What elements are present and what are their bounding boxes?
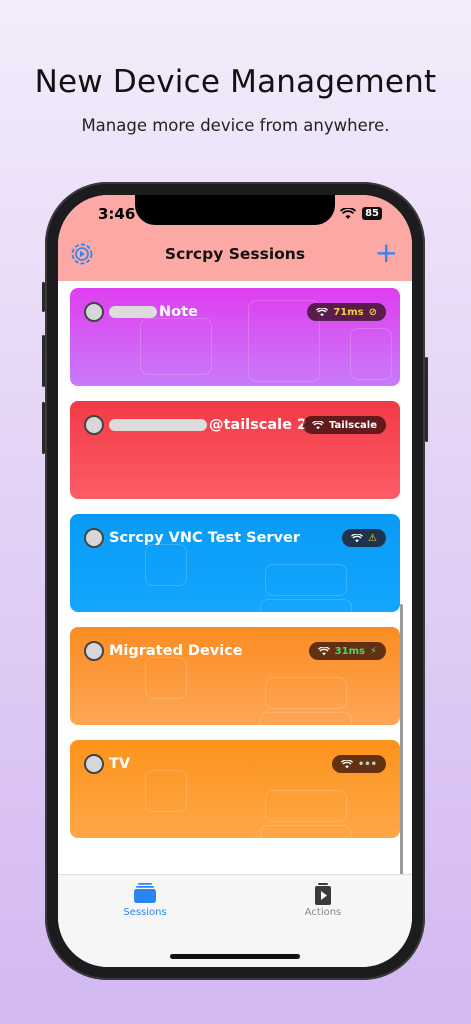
promo-subline: Manage more device from anywhere.: [81, 116, 390, 135]
stack-icon: [134, 883, 156, 903]
status-glyph-icon: •••: [357, 758, 377, 770]
select-radio[interactable]: [84, 754, 104, 774]
connection-status-badge: 31ms ⚡: [308, 642, 386, 660]
volume-down-button: [42, 402, 45, 454]
nav-title: Scrcpy Sessions: [164, 245, 306, 263]
app-screen: 3:46 85 Scrcpy Sessions + Note 71ms ⊘ @tai…: [58, 195, 412, 967]
connection-status-badge: 71ms ⊘: [307, 303, 386, 321]
device-illustration: [260, 599, 352, 612]
latency-text: 71ms: [333, 306, 364, 318]
device-illustration: [260, 825, 352, 838]
wifi-icon: [317, 646, 330, 655]
mute-switch: [42, 282, 45, 312]
tab-sessions-label: Sessions: [123, 907, 167, 918]
redacted-text: [109, 419, 207, 431]
scrollbar[interactable]: [400, 604, 403, 894]
device-illustration: [145, 657, 187, 699]
wifi-icon: [312, 420, 325, 429]
device-illustration: [265, 564, 347, 596]
select-radio[interactable]: [84, 641, 104, 661]
volume-up-button: [42, 335, 45, 387]
promo-headline: New Device Management: [34, 64, 437, 100]
session-name: Migrated Device: [109, 643, 243, 659]
connection-status-badge: ⚠: [342, 529, 386, 547]
plus-icon[interactable]: +: [375, 239, 398, 267]
select-radio[interactable]: [84, 415, 104, 435]
session-name-text: Scrcpy VNC Test Server: [109, 530, 300, 546]
device-illustration: [145, 544, 187, 586]
session-name: Scrcpy VNC Test Server: [109, 530, 300, 546]
session-name: TV: [109, 756, 130, 772]
device-illustration: [140, 318, 212, 375]
play-doc-icon: [312, 883, 334, 905]
tab-actions-label: Actions: [304, 907, 342, 918]
status-time: 3:46: [98, 205, 136, 223]
device-illustration: [350, 328, 392, 380]
tab-sessions[interactable]: Sessions: [85, 883, 205, 918]
connection-status-badge: •••: [331, 755, 386, 773]
device-illustration: [145, 770, 187, 812]
session-name-text: Migrated Device: [109, 643, 243, 659]
session-card[interactable]: @tailscale 2 Tailscale: [70, 401, 400, 499]
connection-status-badge: Tailscale: [303, 416, 386, 434]
wifi-icon: [340, 759, 353, 768]
latency-text: 31ms: [334, 645, 365, 657]
session-name-text: TV: [109, 756, 131, 772]
status-glyph-icon: ⚠: [368, 532, 377, 544]
power-button: [425, 357, 428, 442]
tab-bar: Sessions Actions: [58, 874, 412, 967]
device-illustration: [265, 790, 347, 822]
redacted-text: [109, 306, 157, 318]
device-illustration: [265, 677, 347, 709]
wifi-icon: [340, 207, 357, 219]
wifi-icon: [351, 533, 364, 542]
session-name: Note: [109, 304, 198, 320]
battery-indicator: 85: [362, 207, 382, 220]
status-glyph-icon: ⚡: [369, 645, 377, 657]
session-name-text: Note: [159, 304, 198, 320]
device-illustration: [260, 712, 352, 725]
home-indicator: [170, 954, 300, 959]
status-icons: 85: [340, 207, 382, 220]
session-card[interactable]: Scrcpy VNC Test Server ⚠: [70, 514, 400, 612]
latency-text: Tailscale: [329, 419, 377, 431]
session-card[interactable]: Migrated Device 31ms ⚡: [70, 627, 400, 725]
select-radio[interactable]: [84, 302, 104, 322]
tab-actions[interactable]: Actions: [263, 883, 383, 918]
session-name-text: @tailscale 2: [209, 417, 308, 433]
session-card[interactable]: Note 71ms ⊘: [70, 288, 400, 386]
phone-frame: 3:46 85 Scrcpy Sessions + Note 71ms ⊘ @tai…: [42, 182, 428, 980]
session-list: Note 71ms ⊘ @tailscale 2 Tailscale Scrcpy V…: [70, 288, 400, 853]
session-card[interactable]: TV •••: [70, 740, 400, 838]
select-radio[interactable]: [84, 528, 104, 548]
status-glyph-icon: ⊘: [368, 306, 377, 318]
notch: [135, 195, 335, 225]
wifi-icon: [316, 307, 329, 316]
session-name: @tailscale 2: [109, 417, 307, 433]
